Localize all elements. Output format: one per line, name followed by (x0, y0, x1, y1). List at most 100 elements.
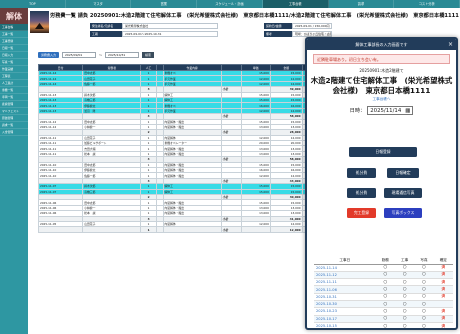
work-day-header-row: 工事日 勤務 工事 写真 確定 (314, 257, 453, 265)
work-day-cell: 〇 (375, 278, 395, 287)
work-day-cell: 〇 (414, 293, 434, 302)
to-date-input[interactable]: 2025/10/31 (105, 52, 140, 58)
work-day-date-link[interactable]: 2025-10-30 (314, 300, 376, 309)
daily-report-register-button[interactable]: 日報登録 (349, 147, 417, 157)
contract-label: 契約日/金額 (264, 23, 292, 29)
sidebar-list: 工事台帳 工事一覧 工事登録 日報一覧 日報入力 写真一覧 作業実績 工程表 人工集計 重機一覧車… (0, 24, 28, 136)
sidebar-item[interactable]: 人工集計 (0, 80, 28, 87)
completion-register-button[interactable]: 完工登録 (347, 208, 376, 218)
sidebar-item[interactable]: 入金管理 (0, 129, 28, 136)
nav-tab[interactable]: マスタ (66, 0, 132, 8)
sidebar-item[interactable]: 産廃管理 (0, 101, 28, 108)
sidebar-item[interactable]: 作業実績 (0, 66, 28, 73)
table-cell: 1 (140, 226, 157, 233)
sidebar: 解体 工事台帳 工事一覧 工事登録 日報一覧 日報入力 写真一覧 作業実績 工程表 人工集計 重機… (0, 8, 28, 334)
work-day-date-link[interactable]: 2025-10-17 (314, 315, 376, 323)
work-day-cell: 〇 (414, 307, 434, 316)
header-photo (30, 11, 49, 33)
work-day-cell: 〇 (375, 285, 395, 294)
work-day-table: 工事日 勤務 工事 写真 確定 2025-11-14 〇〇〇済 2025-11-12 〇〇〇済… (314, 257, 453, 328)
table-cell (155, 226, 164, 233)
contract-value: 2025-09-01 / 150,000円 (292, 23, 332, 29)
sidebar-item[interactable]: 工事登録 (0, 38, 28, 45)
work-day-cell: 〇 (375, 300, 395, 309)
work-day-cell: 済 (433, 278, 453, 287)
work-day-cell: 済 (433, 285, 453, 294)
nav-tab[interactable]: 請求 (329, 0, 395, 8)
memo-label: 備考 (264, 31, 292, 37)
sidebar-item[interactable]: 日報入力 (0, 52, 28, 59)
sidebar-item[interactable]: 工事台帳 (0, 24, 28, 31)
disposal-cost-button[interactable]: 処分費 (347, 168, 376, 178)
work-day-cell: 〇 (394, 271, 415, 280)
sidebar-item[interactable]: 日報一覧 (0, 45, 28, 52)
sidebar-item[interactable]: 写真一覧 (0, 59, 28, 66)
work-day-row[interactable]: 2025-10-30 〇〇〇 (314, 300, 453, 309)
date-input[interactable]: 2025/11/14 ▦ (367, 106, 414, 115)
nav-tab[interactable]: コスト分析 (394, 0, 460, 8)
work-day-cell: 〇 (394, 322, 415, 328)
work-day-column-header: 勤務 (375, 257, 395, 265)
work-day-date-link[interactable]: 2025-11-06 (314, 285, 376, 294)
work-day-cell: 済 (433, 315, 453, 323)
work-day-date-link[interactable]: 2025-11-14 (314, 264, 376, 272)
table-cell (162, 226, 222, 233)
work-day-row[interactable]: 2025-10-17 〇〇〇済 (314, 315, 453, 323)
work-day-cell: 〇 (414, 300, 434, 309)
work-day-row[interactable]: 2025-10-23 〇〇〇済 (314, 307, 453, 316)
client-label: 発注者名/元請名 (90, 23, 122, 29)
work-day-date-link[interactable]: 2025-11-11 (314, 278, 376, 287)
date-row: 日時： 2025/11/14 ▦ (307, 106, 456, 115)
work-day-date-link[interactable]: 2025-11-12 (314, 271, 376, 280)
work-day-date-link[interactable]: 2025-10-15 (314, 322, 376, 328)
sidebar-item[interactable]: 工事一覧 (0, 31, 28, 38)
period-label: 工期 (90, 31, 122, 37)
disposal-cost-button-2[interactable]: 処分費 (347, 188, 376, 198)
work-day-date-link[interactable]: 2025-10-23 (314, 307, 376, 316)
work-day-row[interactable]: 2025-10-15 〇〇〇済 (314, 322, 453, 328)
labor-table: 日付労務者人工作業内容単価金額時間外 2025-11-14田中太郎1重機オペ15… (37, 64, 329, 233)
photo-box-button[interactable]: 写真ボックス (384, 208, 422, 218)
work-day-cell: 済 (433, 322, 453, 328)
sidebar-item[interactable]: 車両一覧 (0, 94, 28, 101)
sidebar-item[interactable]: マニフェスト (0, 108, 28, 115)
modal-project-code: 20250901:木造2階建て (359, 68, 404, 73)
work-day-date-link[interactable]: 2025-10-31 (314, 293, 376, 302)
sidebar-item[interactable]: 請求一覧 (0, 122, 28, 129)
modal-header: 解体工事部長の入力画面です × (307, 39, 456, 50)
nav-tab[interactable]: TOP (0, 0, 66, 8)
table-cell (240, 226, 271, 233)
nav-tab[interactable]: 工事台帳 (262, 0, 329, 8)
work-day-row[interactable]: 2025-11-11 〇〇〇済 (314, 278, 453, 287)
from-date-input[interactable]: 2025/09/01 (62, 52, 97, 58)
daily-report-confirm-button[interactable]: 日報確定 (387, 168, 419, 178)
work-day-column-header: 工事日 (314, 257, 376, 265)
input-modal: 解体工事部長の入力画面です × 近隣駐車場あり。初日立ち会い有。 2025090… (305, 37, 458, 330)
labor-input-button[interactable]: 労務費入力 (38, 52, 60, 58)
work-day-row[interactable]: 2025-10-31 〇〇〇済 (314, 293, 453, 302)
sidebar-item[interactable]: 原価管理 (0, 115, 28, 122)
work-day-cell: 〇 (394, 264, 415, 272)
client-value: 栄光希望株式会社 (122, 23, 218, 29)
work-day-cell: 〇 (414, 285, 434, 294)
modal-project-title: 木造2階建て住宅解体工事 (栄光希望株式会社様) 東京都日本橋1111 (310, 76, 453, 95)
date-value: 2025/11/14 (370, 107, 402, 114)
work-day-row[interactable]: 2025-11-06 〇〇〇済 (314, 285, 453, 294)
sidebar-item[interactable]: 重機一覧 (0, 87, 28, 94)
work-day-cell: 〇 (394, 293, 415, 302)
search-button[interactable]: 検索 (142, 52, 155, 58)
work-day-row[interactable]: 2025-11-14 〇〇〇済 (314, 264, 453, 272)
work-day-row[interactable]: 2025-11-12 〇〇〇済 (314, 271, 453, 280)
work-day-cell: 〇 (414, 322, 434, 328)
nav-tab[interactable]: 営業 (131, 0, 198, 8)
work-day-cell: 〇 (414, 278, 434, 287)
work-day-cell: 〇 (414, 271, 434, 280)
table-row[interactable]: 1 小計 12,000 (37, 226, 329, 233)
work-day-cell: 〇 (375, 322, 395, 328)
close-icon[interactable]: × (448, 39, 453, 50)
nav-tab[interactable]: スケジュール・計画 (197, 0, 263, 8)
logo: 解体 (0, 8, 28, 24)
ledger-link[interactable]: 工事台帳へ (307, 97, 456, 102)
sidebar-item[interactable]: 工程表 (0, 73, 28, 80)
site-photo-button[interactable]: 現場通信写真 (384, 188, 422, 198)
